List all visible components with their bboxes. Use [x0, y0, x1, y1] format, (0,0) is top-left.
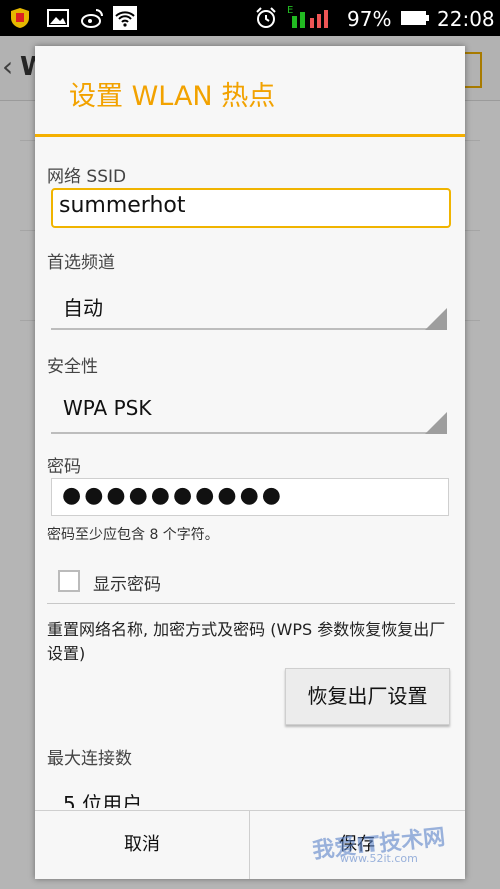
security-value: WPA PSK — [63, 396, 152, 420]
max-connections-spinner[interactable]: 5 位用户 — [51, 780, 447, 808]
dropdown-arrow-icon — [425, 308, 447, 330]
weibo-icon — [81, 9, 103, 28]
dialog-title: 设置 WLAN 热点 — [69, 81, 276, 112]
spinner-underline — [51, 432, 431, 434]
show-password-label[interactable]: 显示密码 — [93, 570, 161, 595]
security-spinner[interactable]: WPA PSK — [51, 388, 447, 434]
section-divider — [47, 603, 455, 604]
ssid-value: summerhot — [59, 193, 186, 218]
max-connections-value: 5 位用户 — [63, 792, 143, 808]
status-bar: E 97% 22:08 — [0, 0, 500, 36]
password-hint: 密码至少应包含 8 个字符。 — [47, 527, 219, 543]
show-password-checkbox[interactable] — [58, 570, 80, 592]
restore-defaults-button[interactable]: 恢复出厂设置 — [285, 668, 450, 725]
cancel-button[interactable]: 取消 — [35, 811, 249, 879]
reset-description: 重置网络名称, 加密方式及密码 (WPS 参数恢复恢复出厂设置) — [47, 620, 446, 663]
watermark-url: www.52it.com — [340, 852, 418, 865]
ssid-input[interactable]: summerhot — [51, 188, 451, 228]
security-label: 安全性 — [47, 357, 98, 377]
shield-icon — [11, 8, 29, 28]
alarm-icon — [256, 7, 276, 28]
ssid-label: 网络 SSID — [47, 167, 127, 187]
max-connections-label: 最大连接数 — [47, 749, 132, 769]
dropdown-arrow-icon — [425, 412, 447, 434]
battery-icon — [401, 11, 429, 25]
band-value: 自动 — [63, 296, 103, 320]
title-divider — [35, 134, 465, 137]
band-spinner[interactable]: 自动 — [51, 284, 447, 330]
password-label: 密码 — [47, 457, 81, 477]
battery-percent: 97% — [347, 7, 392, 31]
password-input[interactable]: ●●●●●●●●●● — [51, 478, 449, 516]
wifi-icon — [113, 6, 137, 30]
password-value: ●●●●●●●●●● — [62, 483, 284, 508]
spinner-underline — [51, 328, 431, 330]
image-icon — [47, 9, 69, 27]
wlan-hotspot-dialog: 设置 WLAN 热点 网络 SSID summerhot 首选频道 自动 安全性… — [35, 46, 465, 879]
signal-icon — [292, 10, 328, 28]
clock: 22:08 — [437, 7, 495, 31]
band-label: 首选频道 — [47, 253, 115, 273]
